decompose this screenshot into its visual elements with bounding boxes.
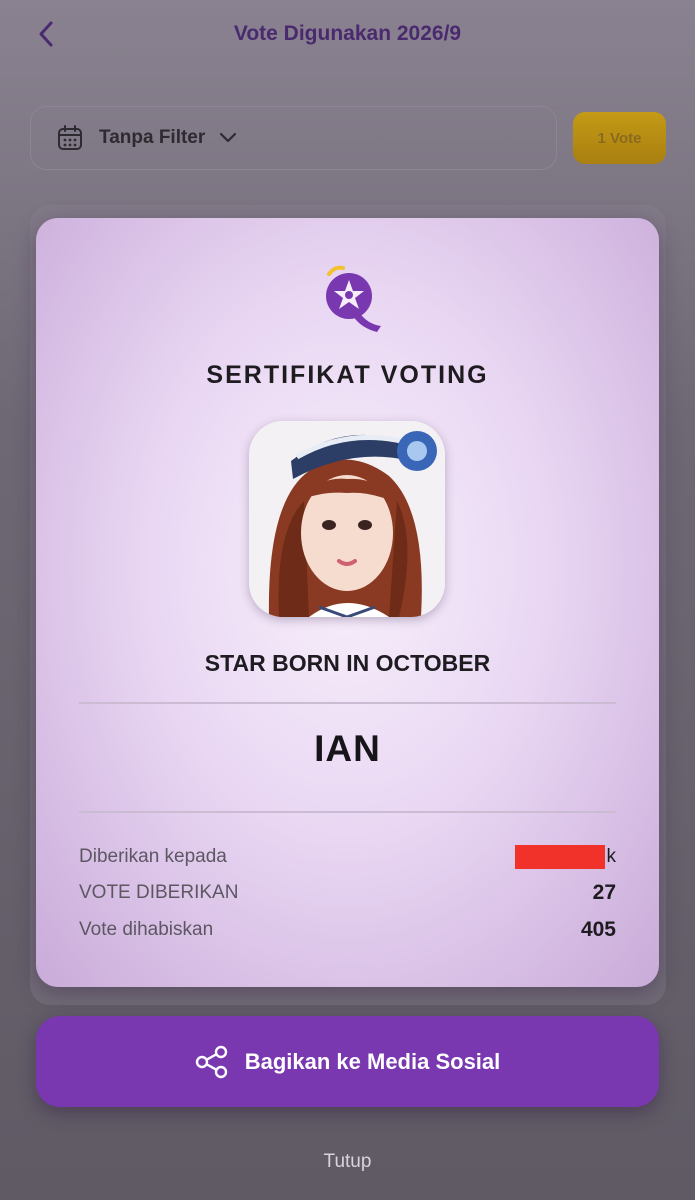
voting-certificate-card: SERTIFIKAT VOTING STAR BORN IN OCTOBER I… (36, 218, 659, 987)
info-label: Diberikan kepada (79, 846, 227, 867)
share-button-label: Bagikan ke Media Sosial (244, 1048, 501, 1074)
info-row-recipient: Diberikan kepada k (79, 843, 616, 871)
divider (79, 811, 616, 813)
filter-dropdown[interactable]: Tanpa Filter (30, 106, 557, 170)
filter-label: Tanpa Filter (99, 127, 206, 148)
idol-photo (249, 421, 445, 617)
divider (79, 702, 616, 704)
idol-portrait-image (249, 421, 445, 617)
header: Vote Digunakan 2026/9 (0, 0, 695, 70)
info-label: Vote dihabiskan (79, 919, 214, 940)
idol-name: IAN (314, 728, 381, 769)
info-value: 27 (592, 881, 616, 904)
info-label: VOTE DIBERIKAN (79, 882, 239, 903)
recipient-value: k (514, 845, 617, 869)
page-title: Vote Digunakan 2026/9 (233, 22, 462, 45)
app-logo-icon (326, 265, 381, 332)
info-row-votes-spent: Vote dihabiskan 405 (79, 916, 616, 944)
certificate-title: SERTIFIKAT VOTING (206, 361, 489, 389)
event-name: STAR BORN IN OCTOBER (204, 650, 491, 676)
info-row-votes-given: VOTE DIBERIKAN 27 (79, 879, 616, 907)
share-button[interactable]: Bagikan ke Media Sosial (36, 1016, 659, 1107)
vote-count-chip[interactable]: 1 Vote (573, 112, 666, 164)
recipient-value-tail: k (606, 846, 617, 867)
chevron-down-icon (220, 132, 237, 143)
calendar-icon (58, 125, 82, 150)
info-value: 405 (580, 918, 616, 941)
redaction-bar (514, 845, 605, 869)
close-link[interactable]: Tutup (0, 1151, 695, 1173)
share-icon (195, 1045, 227, 1078)
